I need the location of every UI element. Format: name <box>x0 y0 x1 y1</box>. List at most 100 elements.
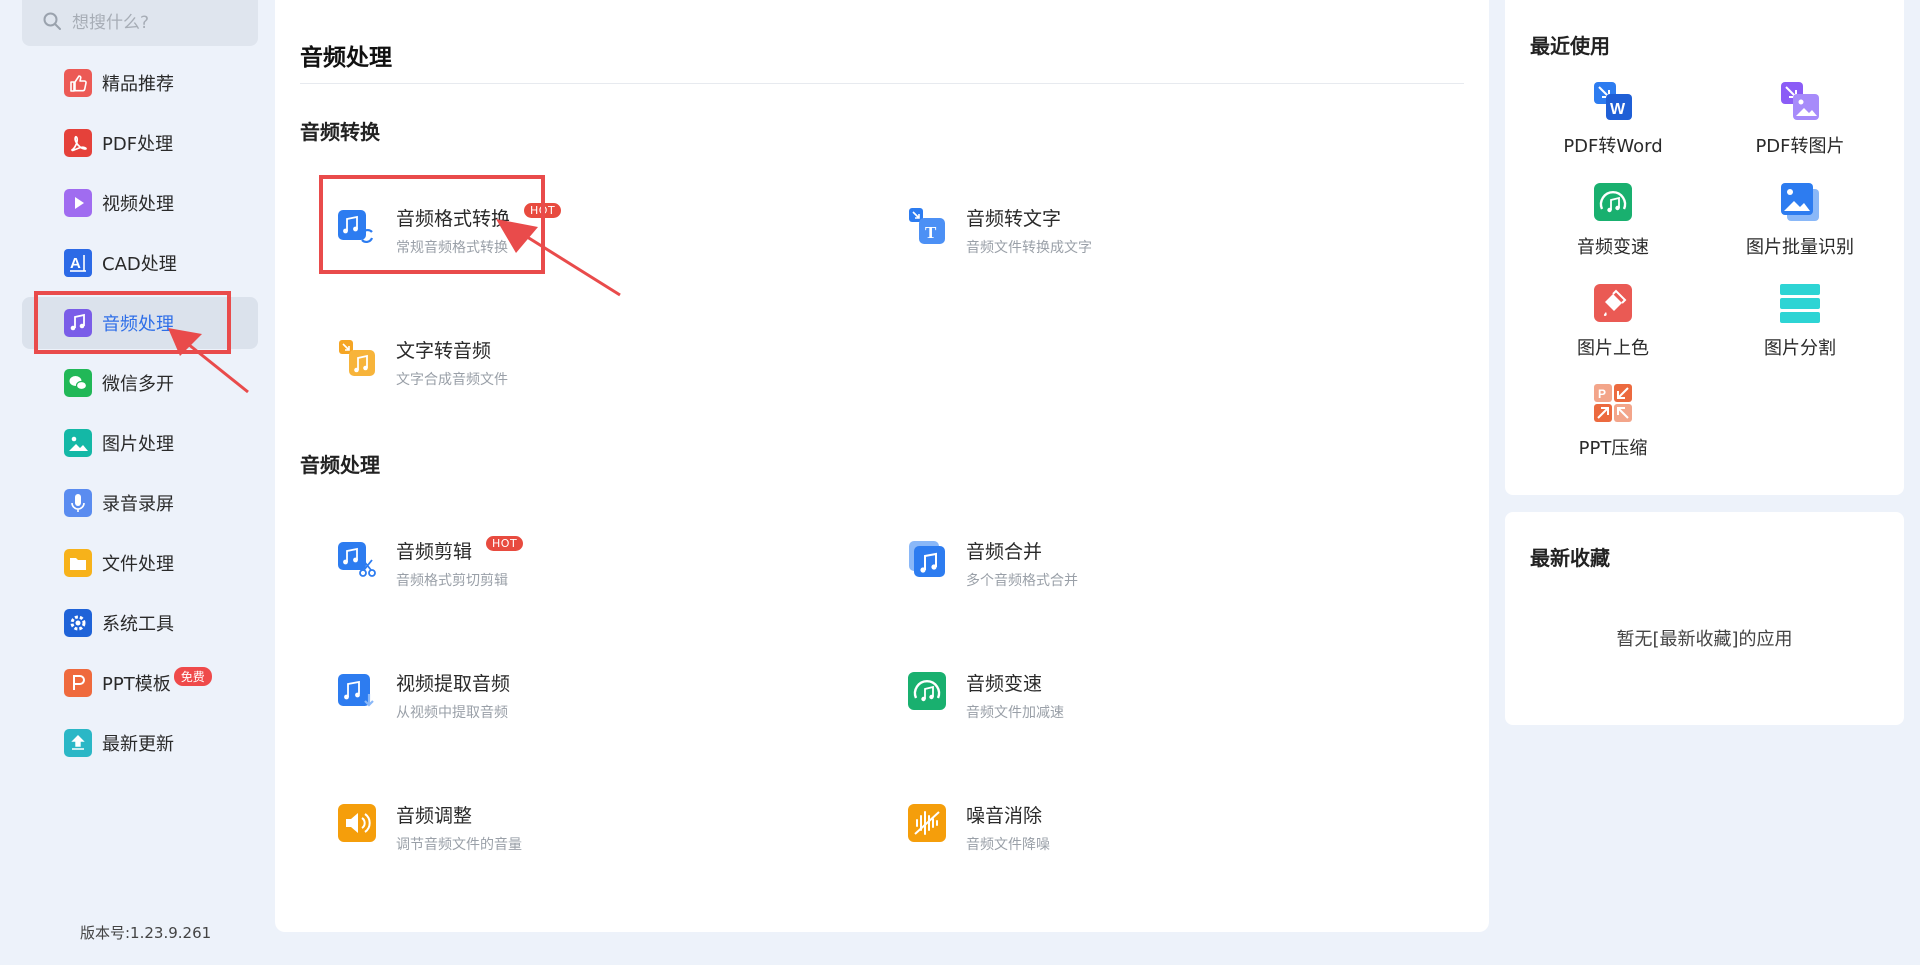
tool-desc: 从视频中提取音频 <box>396 705 508 721</box>
sidebar-item-record[interactable]: 录音录屏 <box>22 477 258 529</box>
svg-text:W: W <box>1610 101 1626 118</box>
audio-cut-icon <box>338 540 376 578</box>
recent-item-image-split[interactable]: 图片分割 <box>1710 282 1890 360</box>
sidebar-item-label: CAD处理 <box>102 254 177 275</box>
favorites-card: 最新收藏 暂无[最新收藏]的应用 <box>1505 512 1904 725</box>
image-batch-ocr-icon <box>1779 181 1821 223</box>
sidebar-item-system[interactable]: 系统工具 <box>22 597 258 649</box>
hot-badge: HOT <box>486 536 524 551</box>
page-title: 音频处理 <box>300 45 392 71</box>
ppt-compress-icon: P <box>1592 382 1634 424</box>
sidebar-item-video[interactable]: 视频处理 <box>22 177 258 229</box>
search-input[interactable] <box>72 13 242 33</box>
gear-icon <box>64 609 92 637</box>
tool-audio-merge[interactable]: 音频合并 多个音频格式合并 <box>908 537 1328 607</box>
sidebar-item-label: 微信多开 <box>102 374 174 395</box>
tool-audio-cut[interactable]: 音频剪辑 HOT 音频格式剪切剪辑 <box>338 536 758 607</box>
free-badge: 免费 <box>173 666 212 686</box>
tool-name: 音频合并 <box>966 541 1043 563</box>
recent-item-image-colorize[interactable]: 图片上色 <box>1523 282 1703 360</box>
favorites-title: 最新收藏 <box>1530 546 1610 570</box>
highlight-box <box>319 175 545 274</box>
recent-item-label: PPT压缩 <box>1578 438 1648 459</box>
image-icon <box>64 429 92 457</box>
recent-card: 最近使用 W PDF转Word PDF转图片 音频变速 图片批量识别 图片上色 <box>1505 0 1904 495</box>
sidebar-item-label: PDF处理 <box>102 134 174 155</box>
folder-icon <box>64 549 92 577</box>
sidebar-item-label: 图片处理 <box>102 434 174 455</box>
sidebar-item-label: PPT模板 <box>102 674 171 695</box>
sidebar-item-wechat[interactable]: 微信多开 <box>22 357 258 409</box>
cad-icon: A <box>64 249 92 277</box>
thumbs-up-icon <box>64 69 92 97</box>
sidebar-item-label: 视频处理 <box>102 194 174 215</box>
recent-item-audio-speed[interactable]: 音频变速 <box>1523 181 1703 259</box>
sidebar-item-ppt[interactable]: PPT模板 免费 <box>22 657 258 709</box>
favorites-empty-text: 暂无[最新收藏]的应用 <box>1616 629 1793 650</box>
upload-icon <box>64 729 92 757</box>
tool-audio-speed[interactable]: 音频变速 音频文件加减速 <box>908 669 1328 739</box>
sidebar-item-cad[interactable]: A CAD处理 <box>22 237 258 289</box>
section-title-convert: 音频转换 <box>300 120 380 144</box>
tool-desc: 音频文件转换成文字 <box>966 240 1092 256</box>
section-title-process: 音频处理 <box>300 453 380 477</box>
sidebar-item-label: 录音录屏 <box>102 494 174 515</box>
tool-name: 视频提取音频 <box>396 673 511 695</box>
audio-merge-icon <box>908 540 946 578</box>
tool-name: 噪音消除 <box>966 805 1043 827</box>
tool-name: 音频剪辑 <box>396 541 473 563</box>
image-colorize-icon <box>1592 282 1634 324</box>
tool-audio-to-text[interactable]: T 音频转文字 音频文件转换成文字 <box>908 204 1328 274</box>
recent-item-label: PDF转图片 <box>1755 136 1845 157</box>
volume-icon <box>338 804 376 842</box>
sidebar-item-label: 系统工具 <box>102 614 174 635</box>
tool-name: 音频变速 <box>966 673 1043 695</box>
pdf-to-word-icon: W <box>1592 80 1634 122</box>
version-label: 版本号:1.23.9.261 <box>80 924 212 942</box>
video-extract-audio-icon <box>338 672 376 710</box>
sidebar-item-label: 最新更新 <box>102 734 174 755</box>
tool-desc: 音频格式剪切剪辑 <box>396 573 508 589</box>
tool-desc: 文字合成音频文件 <box>396 372 508 388</box>
tool-name: 文字转音频 <box>396 340 492 362</box>
tool-text-to-audio[interactable]: 文字转音频 文字合成音频文件 <box>338 336 758 406</box>
sidebar-item-file[interactable]: 文件处理 <box>22 537 258 589</box>
recent-item-image-batch-ocr[interactable]: 图片批量识别 <box>1710 181 1890 259</box>
recent-item-label: 音频变速 <box>1577 237 1649 258</box>
recent-item-ppt-compress[interactable]: P PPT压缩 <box>1523 382 1703 460</box>
divider <box>300 83 1464 84</box>
microphone-icon <box>64 489 92 517</box>
text-to-audio-icon <box>338 339 376 377</box>
pdf-to-image-icon <box>1779 80 1821 122</box>
recent-item-label: 图片分割 <box>1764 338 1836 359</box>
recent-title: 最近使用 <box>1530 34 1610 58</box>
svg-text:P: P <box>1598 387 1606 401</box>
tool-desc: 音频文件加减速 <box>966 705 1064 721</box>
search-icon <box>42 11 62 35</box>
recent-item-pdf-to-word[interactable]: W PDF转Word <box>1523 80 1703 158</box>
sidebar-item-image[interactable]: 图片处理 <box>22 417 258 469</box>
svg-text:A: A <box>70 255 81 272</box>
svg-text:T: T <box>925 223 937 242</box>
video-play-icon <box>64 189 92 217</box>
tool-volume-adjust[interactable]: 音频调整 调节音频文件的音量 <box>338 801 758 871</box>
search-box[interactable] <box>22 0 258 46</box>
tool-desc: 调节音频文件的音量 <box>396 837 522 853</box>
pdf-icon <box>64 129 92 157</box>
sidebar-item-updates[interactable]: 最新更新 <box>22 717 258 769</box>
audio-speed-icon <box>1592 181 1634 223</box>
tool-name: 音频转文字 <box>966 208 1062 230</box>
tool-desc: 音频文件降噪 <box>966 837 1050 853</box>
tool-name: 音频调整 <box>396 805 473 827</box>
sidebar-item-pdf[interactable]: PDF处理 <box>22 117 258 169</box>
wechat-icon <box>64 369 92 397</box>
main-panel: 音频处理 音频转换 音频格式转换 HOT 常规音频格式转换 T 音频转文字 音频文… <box>275 0 1489 932</box>
tool-noise-reduce[interactable]: 噪音消除 音频文件降噪 <box>908 801 1328 871</box>
audio-speed-icon <box>908 672 946 710</box>
sidebar-item-recommend[interactable]: 精品推荐 <box>22 57 258 109</box>
noise-reduce-icon <box>908 804 946 842</box>
ppt-icon <box>64 669 92 697</box>
tool-video-extract-audio[interactable]: 视频提取音频 从视频中提取音频 <box>338 669 758 739</box>
sidebar-item-label: 精品推荐 <box>102 74 174 95</box>
recent-item-pdf-to-image[interactable]: PDF转图片 <box>1710 80 1890 158</box>
